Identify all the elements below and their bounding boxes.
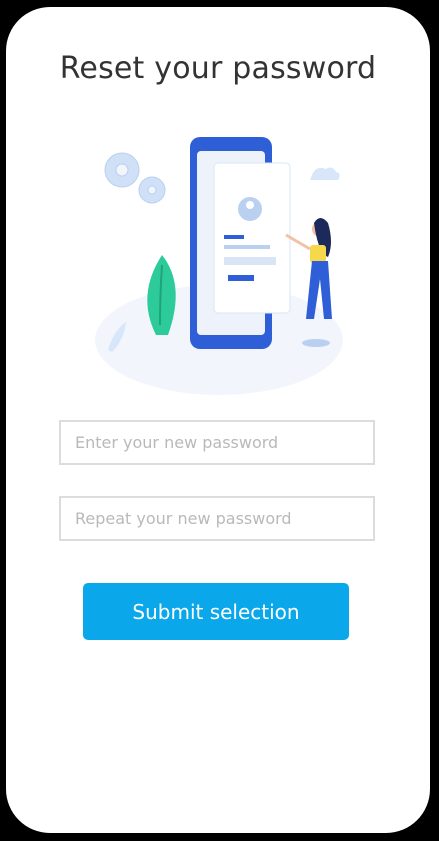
phone-screen: Reset your password Submit selection	[6, 7, 430, 833]
submit-button[interactable]: Submit selection	[83, 583, 349, 640]
reset-password-illustration	[95, 137, 343, 395]
new-password-field[interactable]	[59, 420, 375, 465]
gear-icon	[104, 152, 166, 204]
page-title: Reset your password	[59, 51, 377, 86]
repeat-password-field[interactable]	[59, 496, 375, 541]
